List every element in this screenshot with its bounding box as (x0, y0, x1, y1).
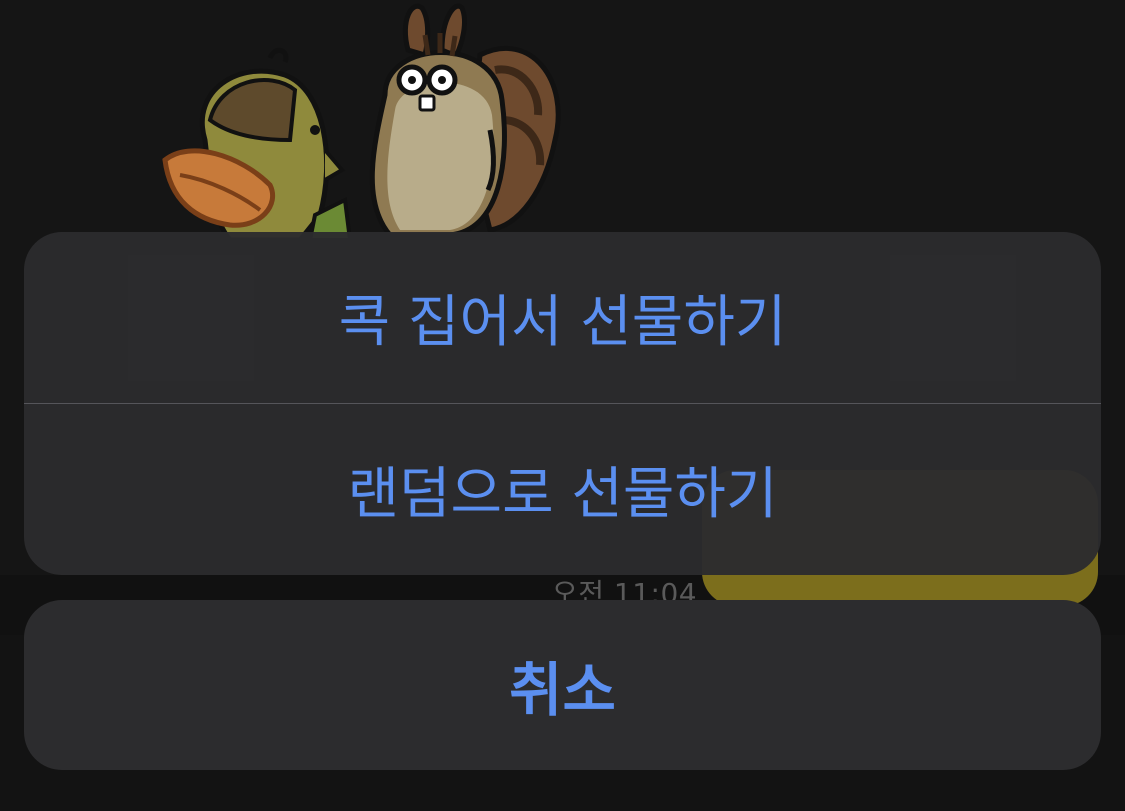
pick-gift-button[interactable]: 콕 집어서 선물하기 (24, 232, 1101, 403)
random-gift-button[interactable]: 랜덤으로 선물하기 (24, 404, 1101, 575)
screen: 오전 11:04 콕 집어서 선물하기 랜덤으로 선물하기 취소 (0, 0, 1125, 811)
cancel-button[interactable]: 취소 (24, 600, 1101, 770)
action-sheet: 콕 집어서 선물하기 랜덤으로 선물하기 (24, 232, 1101, 575)
squirrel-and-bird-sticker-icon (162, 3, 561, 240)
